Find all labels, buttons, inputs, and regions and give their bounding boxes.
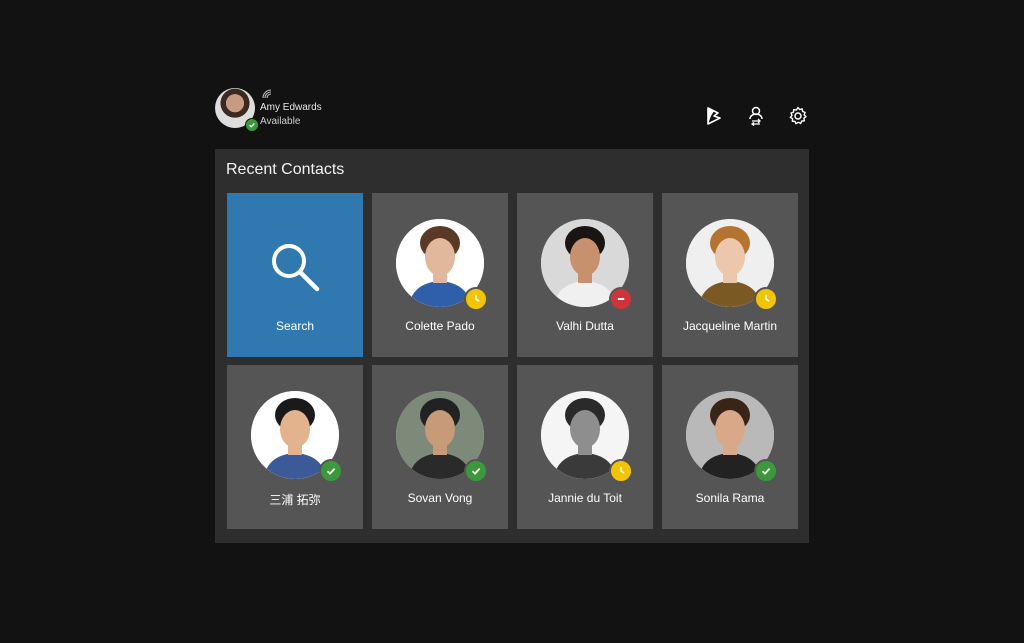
user-name: Amy Edwards xyxy=(260,102,322,113)
panel-title: Recent Contacts xyxy=(226,161,345,178)
presence-available-icon xyxy=(464,459,488,483)
contact-name: Valhi Dutta xyxy=(556,319,614,333)
contact-name: Sovan Vong xyxy=(407,491,473,505)
settings-gear-icon[interactable] xyxy=(787,105,809,127)
search-label: Search xyxy=(275,319,315,333)
user-status: Available xyxy=(260,116,301,127)
search-icon xyxy=(272,244,320,292)
dynamics-icon[interactable] xyxy=(703,105,725,127)
contact-name: Colette Pado xyxy=(405,319,475,333)
contact-tile[interactable]: Sovan Vong xyxy=(372,365,508,529)
presence-away-clock-icon xyxy=(464,287,488,311)
presence-available-icon xyxy=(754,459,778,483)
contact-name: Jacqueline Martin xyxy=(682,319,778,333)
contact-tile[interactable]: 三浦 拓弥 xyxy=(227,365,363,529)
presence-busy-icon xyxy=(609,287,633,311)
contact-tile[interactable]: Colette Pado xyxy=(372,193,508,357)
contact-tile[interactable]: Jacqueline Martin xyxy=(662,193,798,357)
contact-tile[interactable]: Sonila Rama xyxy=(662,365,798,529)
contact-tile[interactable]: Jannie du Toit xyxy=(517,365,653,529)
contact-name: Sonila Rama xyxy=(695,491,765,505)
contact-transfer-icon[interactable] xyxy=(745,105,767,127)
contact-name: Jannie du Toit xyxy=(548,491,622,505)
contacts-grid: Search Colette Pado Valhi Dutta Jacqueline… xyxy=(227,193,798,529)
presence-away-clock-icon xyxy=(754,287,778,311)
contact-tile[interactable]: Valhi Dutta xyxy=(517,193,653,357)
presence-away-clock-icon xyxy=(609,459,633,483)
presence-available-icon xyxy=(245,118,259,132)
recent-contacts-panel: Recent Contacts Search Colette Pado Valhi… xyxy=(215,149,809,543)
signal-icon xyxy=(262,89,272,99)
user-header: Amy Edwards Available xyxy=(215,88,809,132)
search-tile[interactable]: Search xyxy=(227,193,363,357)
contact-name: 三浦 拓弥 xyxy=(269,493,321,507)
presence-available-icon xyxy=(319,459,343,483)
